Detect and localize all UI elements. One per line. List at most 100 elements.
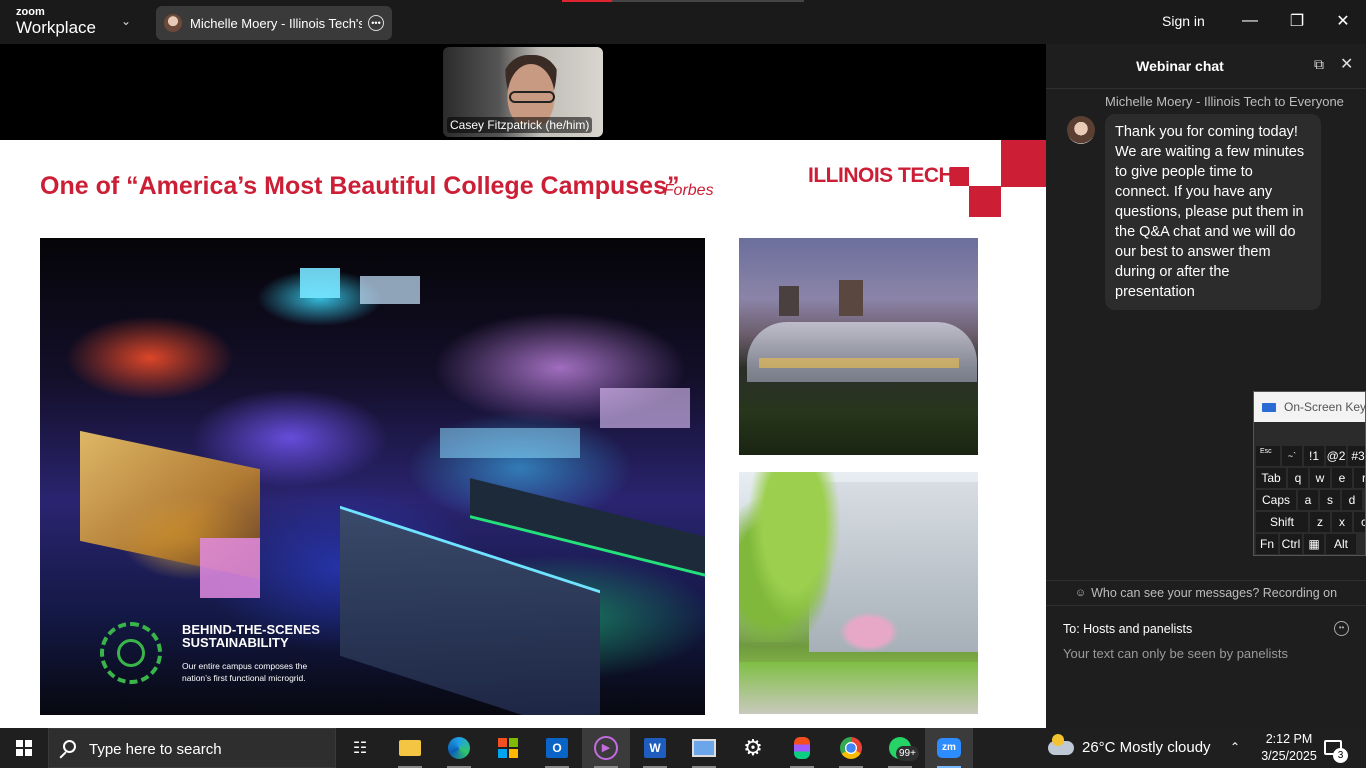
zoom-title-bar: zoom Workplace ⌄ Michelle Moery - Illino… [0,0,1366,44]
task-view-icon[interactable]: ☷ [336,728,384,768]
key-caps[interactable]: Caps [1256,490,1296,510]
participant-name: Casey Fitzpatrick (he/him) [447,117,593,133]
popout-icon[interactable]: ⧉ [1314,56,1324,73]
building [600,388,690,428]
key-d[interactable]: d [1342,490,1362,510]
emoji-icon[interactable]: •• [1334,621,1349,636]
top-divider [612,0,804,2]
key-c[interactable]: c [1354,512,1365,532]
windows-taskbar: Type here to search ☷ O ▶ W ⚙ 99+ zm 26°… [0,728,1366,768]
meeting-tab[interactable]: Michelle Moery - Illinois Tech's sє ••• [156,6,392,40]
chat-input[interactable] [1063,646,1343,661]
recording-indicator [562,0,612,2]
key-ctrl[interactable]: Ctrl [1280,534,1302,554]
campus-night-photo: BEHIND-THE-SCENES SUSTAINABILITY Our ent… [40,238,705,715]
zoom-icon[interactable]: zm [925,728,973,768]
close-icon[interactable]: ✕ [1340,54,1353,74]
taskbar-search[interactable]: Type here to search [48,728,336,768]
tree [839,612,899,652]
chat-message: Thank you for coming today! We are waiti… [1105,114,1321,310]
close-icon[interactable]: ✕ [1328,8,1358,34]
key-z[interactable]: z [1310,512,1330,532]
zoom-workplace-logo[interactable]: zoom Workplace [16,7,96,37]
sustainability-text: Our entire campus composes the nation’s … [182,661,308,683]
slide-source: - Forbes [654,182,714,199]
chevron-down-icon[interactable]: ⌄ [121,14,131,28]
search-placeholder: Type here to search [89,741,222,758]
building [300,268,340,298]
key-esc[interactable]: Esc [1256,446,1280,466]
avatar [1067,116,1095,144]
keyboard-icon [1262,402,1276,412]
participant-glasses [509,91,555,103]
key-r[interactable]: r [1354,468,1365,488]
lawn [739,662,978,714]
key-w[interactable]: w [1310,468,1330,488]
minimize-icon[interactable]: — [1235,8,1265,34]
more-options-icon[interactable]: ••• [368,15,384,31]
key-fn[interactable]: Fn [1256,534,1278,554]
building [839,280,863,316]
remote-desktop-icon[interactable] [680,728,728,768]
windows-logo-icon [16,740,32,756]
date: 3/25/2025 [1261,749,1317,763]
sustainability-heading: BEHIND-THE-SCENES SUSTAINABILITY [182,622,320,650]
building [200,538,260,598]
settings-icon[interactable]: ⚙ [729,728,777,768]
chat-title: Webinar chat [1136,58,1224,74]
whatsapp-icon[interactable]: 99+ [876,728,924,768]
logo-square [1001,140,1046,187]
lights [759,358,959,368]
search-icon [63,740,76,753]
building [360,276,420,304]
key-shift[interactable]: Shift [1256,512,1308,532]
weather-widget[interactable]: 26°C Mostly cloudy [1048,734,1211,756]
media-player-icon[interactable]: ▶ [582,728,630,768]
edge-icon[interactable] [435,728,483,768]
campus-day-photo [739,472,978,714]
clock[interactable]: 2:12 PM 3/25/2025 [1257,731,1321,765]
time: 2:12 PM [1265,732,1313,746]
building [440,428,580,458]
building [747,322,977,382]
building [779,286,799,316]
key-q[interactable]: q [1288,468,1308,488]
divider [1046,88,1366,89]
recipient-selector[interactable]: To: Hosts and panelists [1063,622,1192,636]
key-3[interactable]: #3 [1348,446,1365,466]
key-tilde[interactable]: ~` [1282,446,1302,466]
visibility-note[interactable]: ☺ Who can see your messages? Recording o… [1046,580,1366,606]
word-icon[interactable]: W [631,728,679,768]
restore-icon[interactable]: ❐ [1282,8,1312,34]
key-alt[interactable]: Alt [1326,534,1356,554]
start-button[interactable] [0,728,48,768]
figma-icon[interactable] [778,728,826,768]
key-2[interactable]: @2 [1326,446,1346,466]
weather-cloud-icon [1048,734,1074,756]
shared-slide: One of “America’s Most Beautiful College… [0,140,1046,728]
outlook-icon[interactable]: O [533,728,581,768]
windows-key-icon[interactable]: ▦ [1304,534,1324,554]
illinois-tech-logo: ILLINOIS TECH [808,164,954,187]
key-x[interactable]: x [1332,512,1352,532]
logo-square [969,186,1001,217]
campus-dusk-photo [739,238,978,455]
chrome-icon[interactable] [827,728,875,768]
slide-title: One of “America’s Most Beautiful College… [40,172,680,200]
key-s[interactable]: s [1320,490,1340,510]
sustainability-gear-icon [100,622,162,684]
tree [739,472,849,642]
logo-square [950,167,969,186]
microsoft-store-icon[interactable] [484,728,532,768]
file-explorer-icon[interactable] [386,728,434,768]
sign-in-button[interactable]: Sign in [1162,13,1205,29]
key-e[interactable]: e [1332,468,1352,488]
key-a[interactable]: a [1298,490,1318,510]
participant-video-tile[interactable]: Casey Fitzpatrick (he/him) [443,47,603,137]
chevron-up-icon[interactable]: ⌃ [1230,740,1240,754]
key-1[interactable]: !1 [1304,446,1324,466]
key-tab[interactable]: Tab [1256,468,1286,488]
osk-title-bar[interactable]: On-Screen Keyb [1254,392,1365,422]
webinar-chat-panel: Webinar chat ⧉ ✕ Michelle Moery - Illino… [1046,44,1366,728]
on-screen-keyboard: On-Screen Keyb Esc ~` !1 @2 #3 Tab q w e… [1253,391,1366,556]
